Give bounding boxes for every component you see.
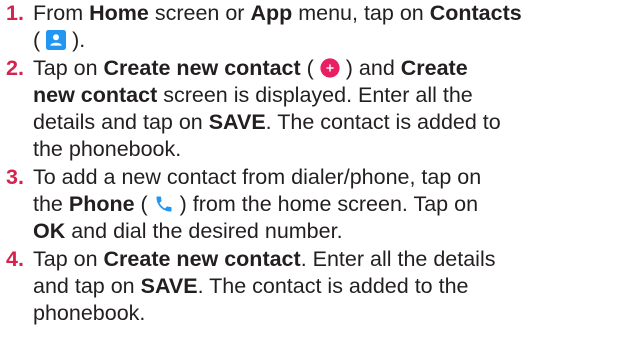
bold-term: App bbox=[250, 1, 293, 25]
step-text: screen is displayed. Enter all the bbox=[157, 82, 473, 107]
bold-term: Create bbox=[400, 55, 468, 80]
step-number: 1. bbox=[6, 1, 24, 25]
step-item: 1. From Home screen or App menu, tap on C… bbox=[0, 0, 639, 55]
bold-term: Create new contact bbox=[103, 55, 301, 80]
contacts-icon bbox=[46, 30, 67, 51]
step-item: 3. To add a new contact from dialer/phone… bbox=[0, 164, 639, 246]
bold-term: SAVE bbox=[208, 110, 266, 135]
step-text: the phonebook. bbox=[33, 137, 182, 162]
bold-term: Phone bbox=[68, 192, 135, 217]
step-number: 4. bbox=[6, 246, 24, 271]
step-text: the bbox=[33, 192, 69, 217]
step-text: . Enter all the details bbox=[300, 246, 496, 271]
step-text: . The contact is added to the bbox=[197, 273, 469, 298]
step-text: screen or bbox=[148, 1, 251, 25]
step-text: ( bbox=[134, 192, 154, 217]
bold-term: Create new contact bbox=[103, 246, 301, 271]
step-text: Tap on bbox=[33, 246, 104, 271]
step-text: menu, tap on bbox=[292, 1, 430, 25]
phone-icon bbox=[154, 194, 174, 214]
step-text: ) and bbox=[339, 55, 401, 80]
bold-term: OK bbox=[33, 219, 66, 244]
step-text: ( bbox=[300, 55, 320, 80]
step-text: phonebook. bbox=[33, 301, 146, 326]
step-number: 3. bbox=[6, 164, 24, 189]
step-item: 2. Tap on Create new contact ( ) and Crea… bbox=[0, 55, 639, 164]
add-contact-icon bbox=[320, 57, 340, 78]
bold-term: Home bbox=[89, 1, 149, 25]
step-number: 2. bbox=[6, 55, 24, 80]
step-item: 4. Tap on Create new contact. Enter all t… bbox=[0, 246, 639, 328]
step-text: Tap on bbox=[33, 55, 104, 80]
step-text: ) from the home screen. Tap on bbox=[173, 192, 479, 217]
bold-term: Contacts bbox=[429, 1, 522, 25]
step-text: and dial the desired number. bbox=[65, 219, 343, 244]
step-text: and tap on bbox=[33, 273, 141, 298]
step-text: To add a new contact from dialer/phone, … bbox=[33, 164, 482, 189]
step-text: ). bbox=[66, 28, 86, 53]
instruction-steps: 1. From Home screen or App menu, tap on C… bbox=[0, 0, 639, 328]
step-text: ( bbox=[33, 28, 47, 53]
step-text: From bbox=[33, 1, 90, 25]
step-text: . The contact is added to bbox=[265, 110, 501, 135]
bold-term: SAVE bbox=[140, 273, 198, 298]
bold-term: new contact bbox=[33, 82, 158, 107]
step-text: details and tap on bbox=[33, 110, 209, 135]
